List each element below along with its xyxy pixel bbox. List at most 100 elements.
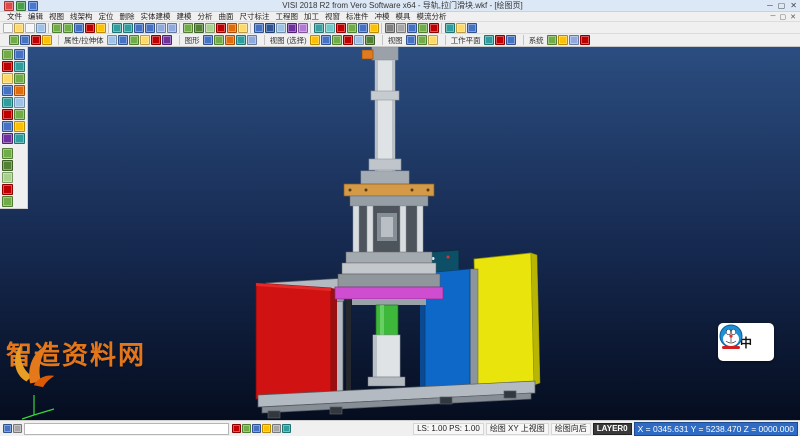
toolbar-icon[interactable] bbox=[428, 35, 438, 45]
toolbar-icon[interactable] bbox=[310, 35, 320, 45]
yellow-side-panel[interactable] bbox=[474, 253, 540, 393]
toolbar-icon[interactable] bbox=[140, 35, 150, 45]
toolbar-icon[interactable] bbox=[14, 61, 25, 72]
toolbar-icon[interactable] bbox=[298, 23, 308, 33]
menu-item[interactable]: 尺寸标注 bbox=[237, 11, 273, 22]
toolbar-icon[interactable] bbox=[42, 35, 52, 45]
command-input[interactable] bbox=[24, 423, 229, 435]
app-icon[interactable] bbox=[16, 1, 26, 11]
toolbar-icon[interactable] bbox=[227, 23, 237, 33]
toolbar-icon[interactable] bbox=[314, 23, 324, 33]
toolbar-icon[interactable] bbox=[369, 23, 379, 33]
toolbar-icon[interactable] bbox=[343, 35, 353, 45]
menu-item[interactable]: 分析 bbox=[195, 11, 216, 22]
toolbar-icon[interactable] bbox=[20, 35, 30, 45]
maximize-button[interactable]: ▢ bbox=[778, 1, 786, 11]
mdi-restore-button[interactable]: ▢ bbox=[780, 13, 787, 21]
3d-viewport[interactable]: 智造资料网 中 bbox=[0, 47, 800, 420]
toolbar-icon[interactable] bbox=[247, 35, 257, 45]
toolbar-icon[interactable] bbox=[134, 23, 144, 33]
draw-mode-selector[interactable]: 绘图向后 bbox=[551, 423, 591, 435]
status-icon[interactable] bbox=[262, 424, 271, 433]
app-icon[interactable] bbox=[4, 1, 14, 11]
status-icon[interactable] bbox=[272, 424, 281, 433]
toolbar-icon[interactable] bbox=[558, 35, 568, 45]
toolbar-icon[interactable] bbox=[506, 35, 516, 45]
toolbar-icon[interactable] bbox=[484, 35, 494, 45]
die-set[interactable] bbox=[338, 184, 440, 287]
toolbar-icon[interactable] bbox=[365, 35, 375, 45]
toolbar-icon[interactable] bbox=[14, 97, 25, 108]
menu-item[interactable]: 删除 bbox=[117, 11, 138, 22]
menu-item[interactable]: 曲面 bbox=[216, 11, 237, 22]
toolbar-icon[interactable] bbox=[96, 23, 106, 33]
toolbar-icon[interactable] bbox=[2, 49, 13, 60]
toolbar-icon[interactable] bbox=[445, 23, 455, 33]
status-icon[interactable] bbox=[232, 424, 241, 433]
menu-item[interactable]: 加工 bbox=[301, 11, 322, 22]
toolbar-icon[interactable] bbox=[36, 23, 46, 33]
menu-item[interactable]: 建模 bbox=[174, 11, 195, 22]
toolbar-icon[interactable] bbox=[107, 35, 117, 45]
toolbar-icon[interactable] bbox=[123, 23, 133, 33]
toolbar-icon[interactable] bbox=[167, 23, 177, 33]
toolbar-icon[interactable] bbox=[145, 23, 155, 33]
toolbar-icon[interactable] bbox=[2, 196, 13, 207]
toolbar-icon[interactable] bbox=[2, 97, 13, 108]
toolbar-icon[interactable] bbox=[385, 23, 395, 33]
status-icon[interactable] bbox=[282, 424, 291, 433]
toolbar-icon[interactable] bbox=[2, 121, 13, 132]
menu-item[interactable]: 工程图 bbox=[273, 11, 302, 22]
menu-item[interactable]: 视窗 bbox=[322, 11, 343, 22]
menu-item[interactable]: 冲模 bbox=[372, 11, 393, 22]
app-icon[interactable] bbox=[28, 1, 38, 11]
toolbar-icon[interactable] bbox=[151, 35, 161, 45]
toolbar-icon[interactable] bbox=[74, 23, 84, 33]
toolbar-icon[interactable] bbox=[2, 73, 13, 84]
red-side-panel[interactable] bbox=[256, 283, 337, 399]
toolbar-icon[interactable] bbox=[203, 35, 213, 45]
status-icon[interactable] bbox=[242, 424, 251, 433]
toolbar-icon[interactable] bbox=[3, 23, 13, 33]
toolbar-icon[interactable] bbox=[325, 23, 335, 33]
menu-item[interactable]: 线架构 bbox=[67, 11, 96, 22]
toolbar-icon[interactable] bbox=[2, 85, 13, 96]
toolbar-icon[interactable] bbox=[287, 23, 297, 33]
toolbar-icon[interactable] bbox=[63, 23, 73, 33]
toolbar-icon[interactable] bbox=[2, 160, 13, 171]
status-icon[interactable] bbox=[3, 424, 12, 433]
menu-item[interactable]: 定位 bbox=[96, 11, 117, 22]
toolbar-icon[interactable] bbox=[354, 35, 364, 45]
toolbar-icon[interactable] bbox=[2, 61, 13, 72]
toolbar-icon[interactable] bbox=[569, 35, 579, 45]
toolbar-icon[interactable] bbox=[14, 121, 25, 132]
toolbar-icon[interactable] bbox=[236, 35, 246, 45]
toolbar-icon[interactable] bbox=[406, 35, 416, 45]
toolbar-icon[interactable] bbox=[265, 23, 275, 33]
toolbar-icon[interactable] bbox=[85, 23, 95, 33]
toolbar-icon[interactable] bbox=[14, 49, 25, 60]
toolbar-icon[interactable] bbox=[238, 23, 248, 33]
menu-item[interactable]: 模流分析 bbox=[414, 11, 450, 22]
toolbar-icon[interactable] bbox=[194, 23, 204, 33]
toolbar-icon[interactable] bbox=[407, 23, 417, 33]
toolbar-icon[interactable] bbox=[14, 133, 25, 144]
toolbar-icon[interactable] bbox=[396, 23, 406, 33]
toolbar-icon[interactable] bbox=[2, 172, 13, 183]
frame-post[interactable] bbox=[470, 269, 478, 397]
mdi-minimize-button[interactable]: ─ bbox=[771, 13, 776, 21]
toolbar-icon[interactable] bbox=[14, 73, 25, 84]
toolbar-icon[interactable] bbox=[429, 23, 439, 33]
layer-selector[interactable]: LAYER0 bbox=[593, 423, 632, 435]
toolbar-icon[interactable] bbox=[183, 23, 193, 33]
toolbar-icon[interactable] bbox=[2, 109, 13, 120]
toolbar-icon[interactable] bbox=[276, 23, 286, 33]
status-icon[interactable] bbox=[252, 424, 261, 433]
view-plane-selector[interactable]: 绘图 XY 上视图 bbox=[486, 423, 549, 435]
toolbar-icon[interactable] bbox=[332, 35, 342, 45]
menu-item[interactable]: 标准件 bbox=[343, 11, 372, 22]
toolbar-icon[interactable] bbox=[417, 35, 427, 45]
toolbar-icon[interactable] bbox=[162, 35, 172, 45]
guide-rod[interactable] bbox=[346, 297, 351, 397]
toolbar-icon[interactable] bbox=[2, 148, 13, 159]
